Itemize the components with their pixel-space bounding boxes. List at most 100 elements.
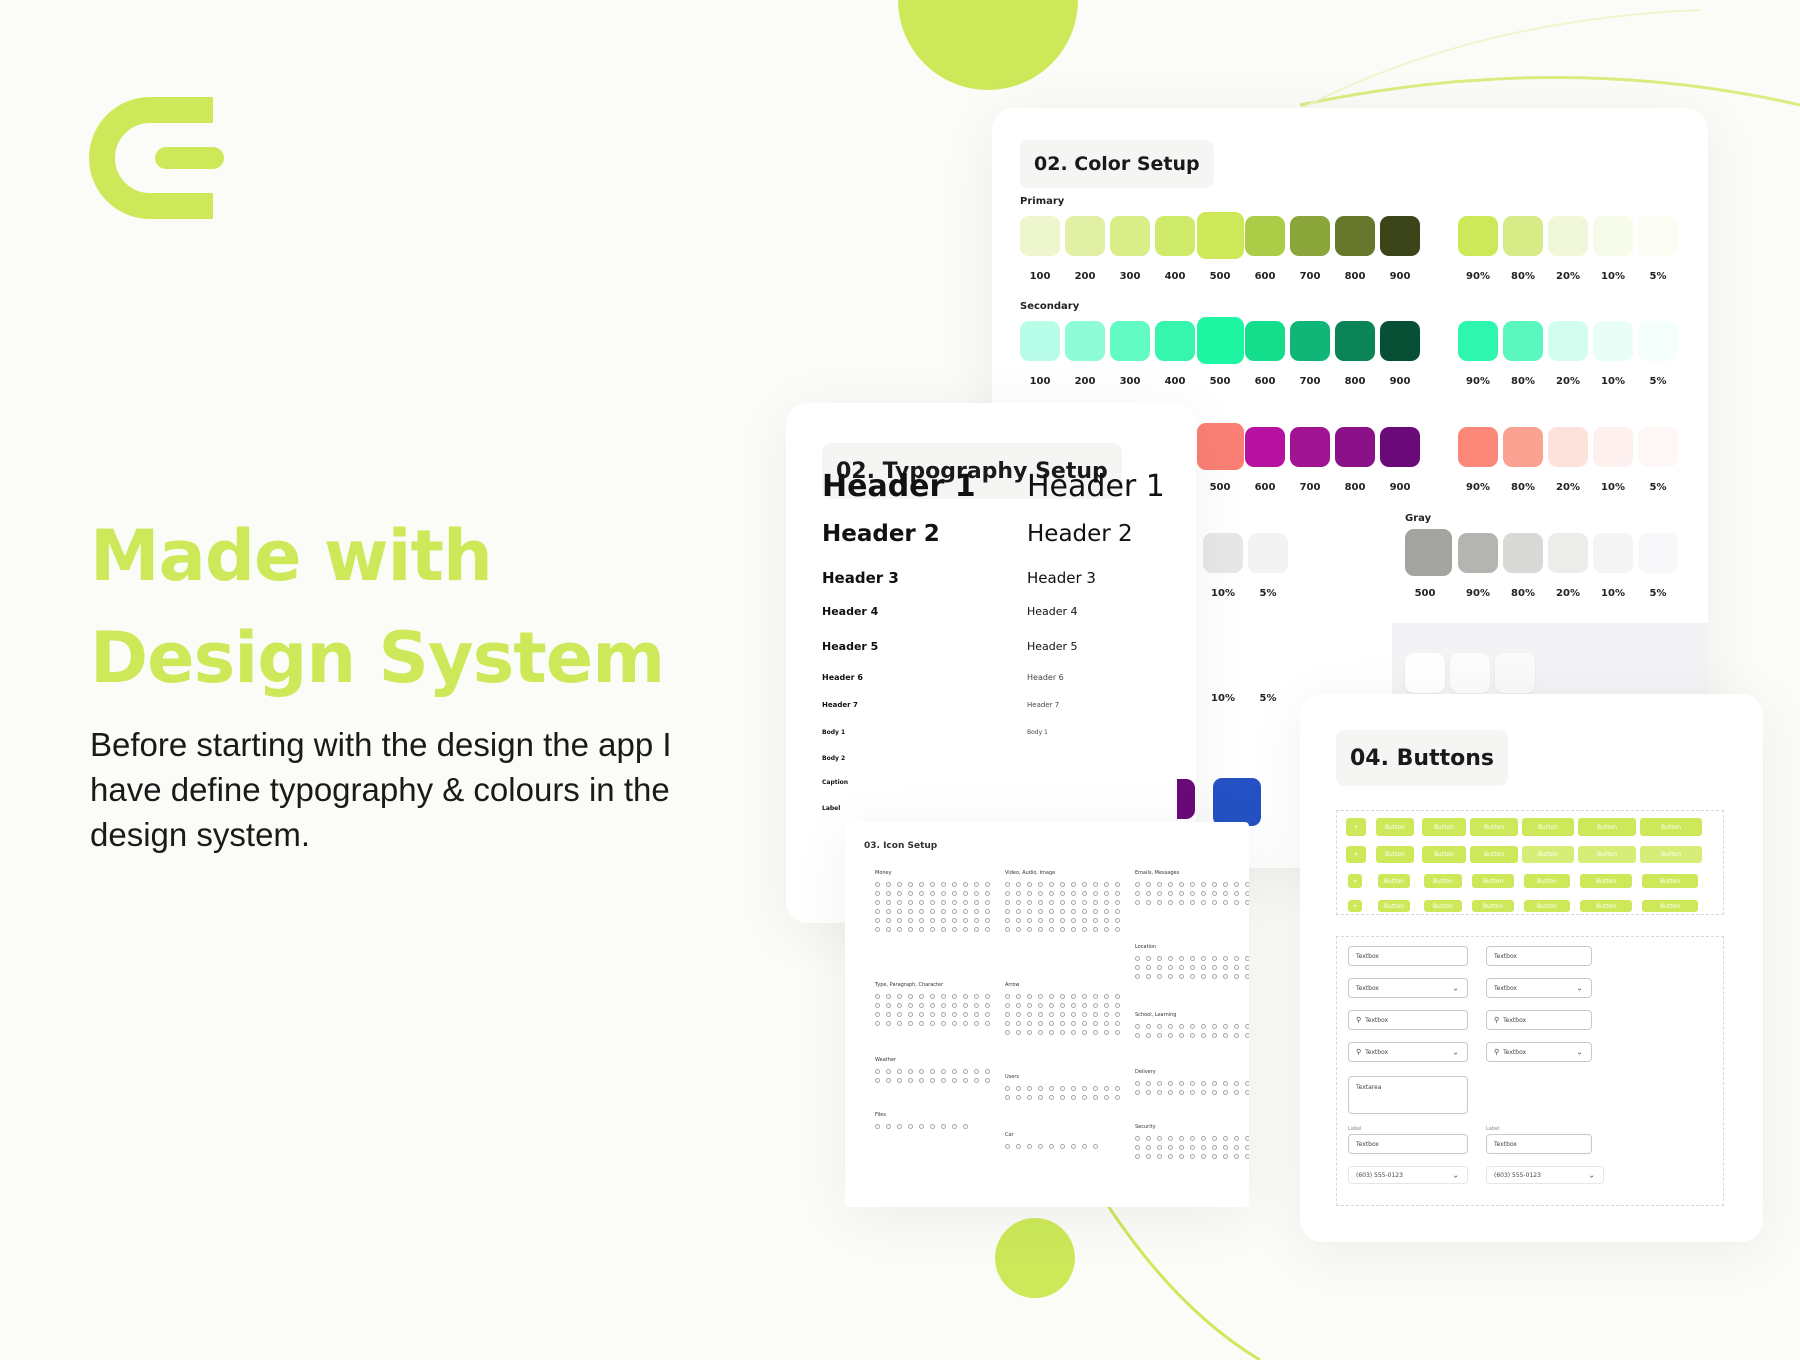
sample-button[interactable]: Button — [1472, 900, 1514, 912]
glyph-icon — [1016, 927, 1021, 932]
icon-grid — [1135, 882, 1249, 905]
sample-button[interactable]: Button — [1642, 900, 1698, 912]
tint-swatch — [1503, 321, 1543, 361]
glyph-icon — [1168, 900, 1173, 905]
sample-button[interactable]: Button — [1580, 900, 1632, 912]
textarea-field[interactable]: Textarea — [1348, 1076, 1468, 1114]
gray-label: 90% — [1466, 588, 1490, 599]
glyph-icon — [1016, 1030, 1021, 1035]
glyph-icon — [1038, 1003, 1043, 1008]
textbox-text: Textbox — [1356, 1140, 1379, 1148]
glyph-icon — [875, 1012, 880, 1017]
button-label: Button — [1596, 851, 1618, 858]
sample-button[interactable]: Button — [1422, 846, 1466, 863]
sample-button[interactable]: Button — [1578, 846, 1636, 863]
glyph-icon — [897, 1012, 902, 1017]
glyph-icon — [1115, 909, 1120, 914]
swatch-label: 300 — [1119, 376, 1141, 387]
deco-circle-top — [898, 0, 1078, 90]
sample-button[interactable]: Button — [1524, 874, 1570, 888]
icon-card-title: 03. Icon Setup — [864, 841, 938, 851]
glyph-icon — [1135, 1154, 1140, 1159]
textbox-field[interactable]: ⚲ Textbox ⌄ — [1486, 1042, 1592, 1062]
sample-button[interactable]: Button — [1524, 900, 1570, 912]
sample-button[interactable]: Button — [1424, 874, 1462, 888]
glyph-icon — [1146, 1033, 1151, 1038]
glyph-icon — [930, 1012, 935, 1017]
deco-circle-bottom — [995, 1218, 1075, 1298]
sample-button[interactable]: Button — [1578, 818, 1636, 836]
glyph-icon — [1093, 1095, 1098, 1100]
sample-button[interactable]: Button — [1522, 846, 1574, 863]
glyph-icon — [1082, 909, 1087, 914]
sample-button[interactable]: Button — [1378, 874, 1410, 888]
labeled-textbox[interactable]: Textbox — [1486, 1134, 1592, 1154]
sample-button[interactable]: Button — [1376, 846, 1414, 863]
textbox-field[interactable]: Textbox ⌄ — [1486, 978, 1592, 998]
color-swatch — [1290, 427, 1330, 467]
phone-select[interactable]: (603) 555-0123 ⌄ — [1348, 1166, 1468, 1184]
buttons-card: 04. Buttons + Button Button Button Button But… — [1300, 694, 1763, 1242]
glyph-icon — [1093, 891, 1098, 896]
glyph-icon — [1104, 1095, 1109, 1100]
sample-button[interactable]: Button — [1378, 900, 1410, 912]
glyph-icon — [908, 918, 913, 923]
glyph-icon — [1157, 891, 1162, 896]
color-swatch — [1245, 321, 1285, 361]
glyph-icon — [1245, 1090, 1249, 1095]
glyph-icon — [974, 1078, 979, 1083]
button-label: Button — [1536, 902, 1558, 910]
glyph-icon — [908, 900, 913, 905]
tint-swatch — [1548, 427, 1588, 467]
textbox-text: Textbox — [1494, 952, 1517, 960]
sample-button[interactable]: + — [1346, 818, 1366, 836]
glyph-icon — [1082, 1095, 1087, 1100]
sample-button[interactable]: + — [1346, 846, 1366, 863]
textbox-field[interactable]: Textbox — [1348, 946, 1468, 966]
sample-button[interactable]: Button — [1470, 846, 1518, 863]
textbox-field[interactable]: ⚲ Textbox — [1486, 1010, 1592, 1030]
sample-button[interactable]: Button — [1580, 874, 1632, 888]
glyph-icon — [1234, 882, 1239, 887]
glyph-icon — [897, 900, 902, 905]
sample-button[interactable]: Button — [1640, 818, 1702, 836]
glyph-icon — [963, 994, 968, 999]
glyph-icon — [1223, 900, 1228, 905]
glyph-icon — [1104, 909, 1109, 914]
glyph-icon — [1223, 1145, 1228, 1150]
glyph-icon — [1027, 1095, 1032, 1100]
glyph-icon — [1223, 974, 1228, 979]
tint-label: 20% — [1556, 482, 1580, 493]
textbox-field[interactable]: Textbox ⌄ — [1348, 978, 1468, 998]
glyph-icon — [1005, 994, 1010, 999]
glyph-icon — [1038, 994, 1043, 999]
glyph-icon — [1104, 918, 1109, 923]
textbox-field[interactable]: Textbox — [1486, 946, 1592, 966]
sample-button[interactable]: Button — [1470, 818, 1518, 836]
sample-button[interactable]: Button — [1424, 900, 1462, 912]
sample-button[interactable]: Button — [1640, 846, 1702, 863]
glyph-icon — [1115, 1021, 1120, 1026]
glyph-icon — [1005, 1086, 1010, 1091]
labeled-textbox[interactable]: Textbox — [1348, 1134, 1468, 1154]
glyph-icon — [1027, 891, 1032, 896]
glyph-icon — [1082, 1012, 1087, 1017]
glyph-icon — [1038, 891, 1043, 896]
glyph-icon — [1135, 974, 1140, 979]
phone-select[interactable]: (603) 555-0123 ⌄ — [1486, 1166, 1604, 1184]
sample-button[interactable]: Button — [1422, 818, 1466, 836]
chevron-down-icon: ⌄ — [1452, 1047, 1459, 1057]
glyph-icon — [1234, 1024, 1239, 1029]
glyph-icon — [1179, 1033, 1184, 1038]
sample-button[interactable]: Button — [1642, 874, 1698, 888]
glyph-icon — [963, 918, 968, 923]
sample-button[interactable]: Button — [1376, 818, 1414, 836]
sample-button[interactable]: + — [1348, 900, 1362, 912]
textbox-field[interactable]: ⚲ Textbox ⌄ — [1348, 1042, 1468, 1062]
glyph-icon — [1049, 1012, 1054, 1017]
sample-button[interactable]: Button — [1522, 818, 1574, 836]
sample-button[interactable]: + — [1348, 874, 1362, 888]
sample-button[interactable]: Button — [1472, 874, 1514, 888]
textbox-field[interactable]: ⚲ Textbox — [1348, 1010, 1468, 1030]
glyph-icon — [1115, 882, 1120, 887]
